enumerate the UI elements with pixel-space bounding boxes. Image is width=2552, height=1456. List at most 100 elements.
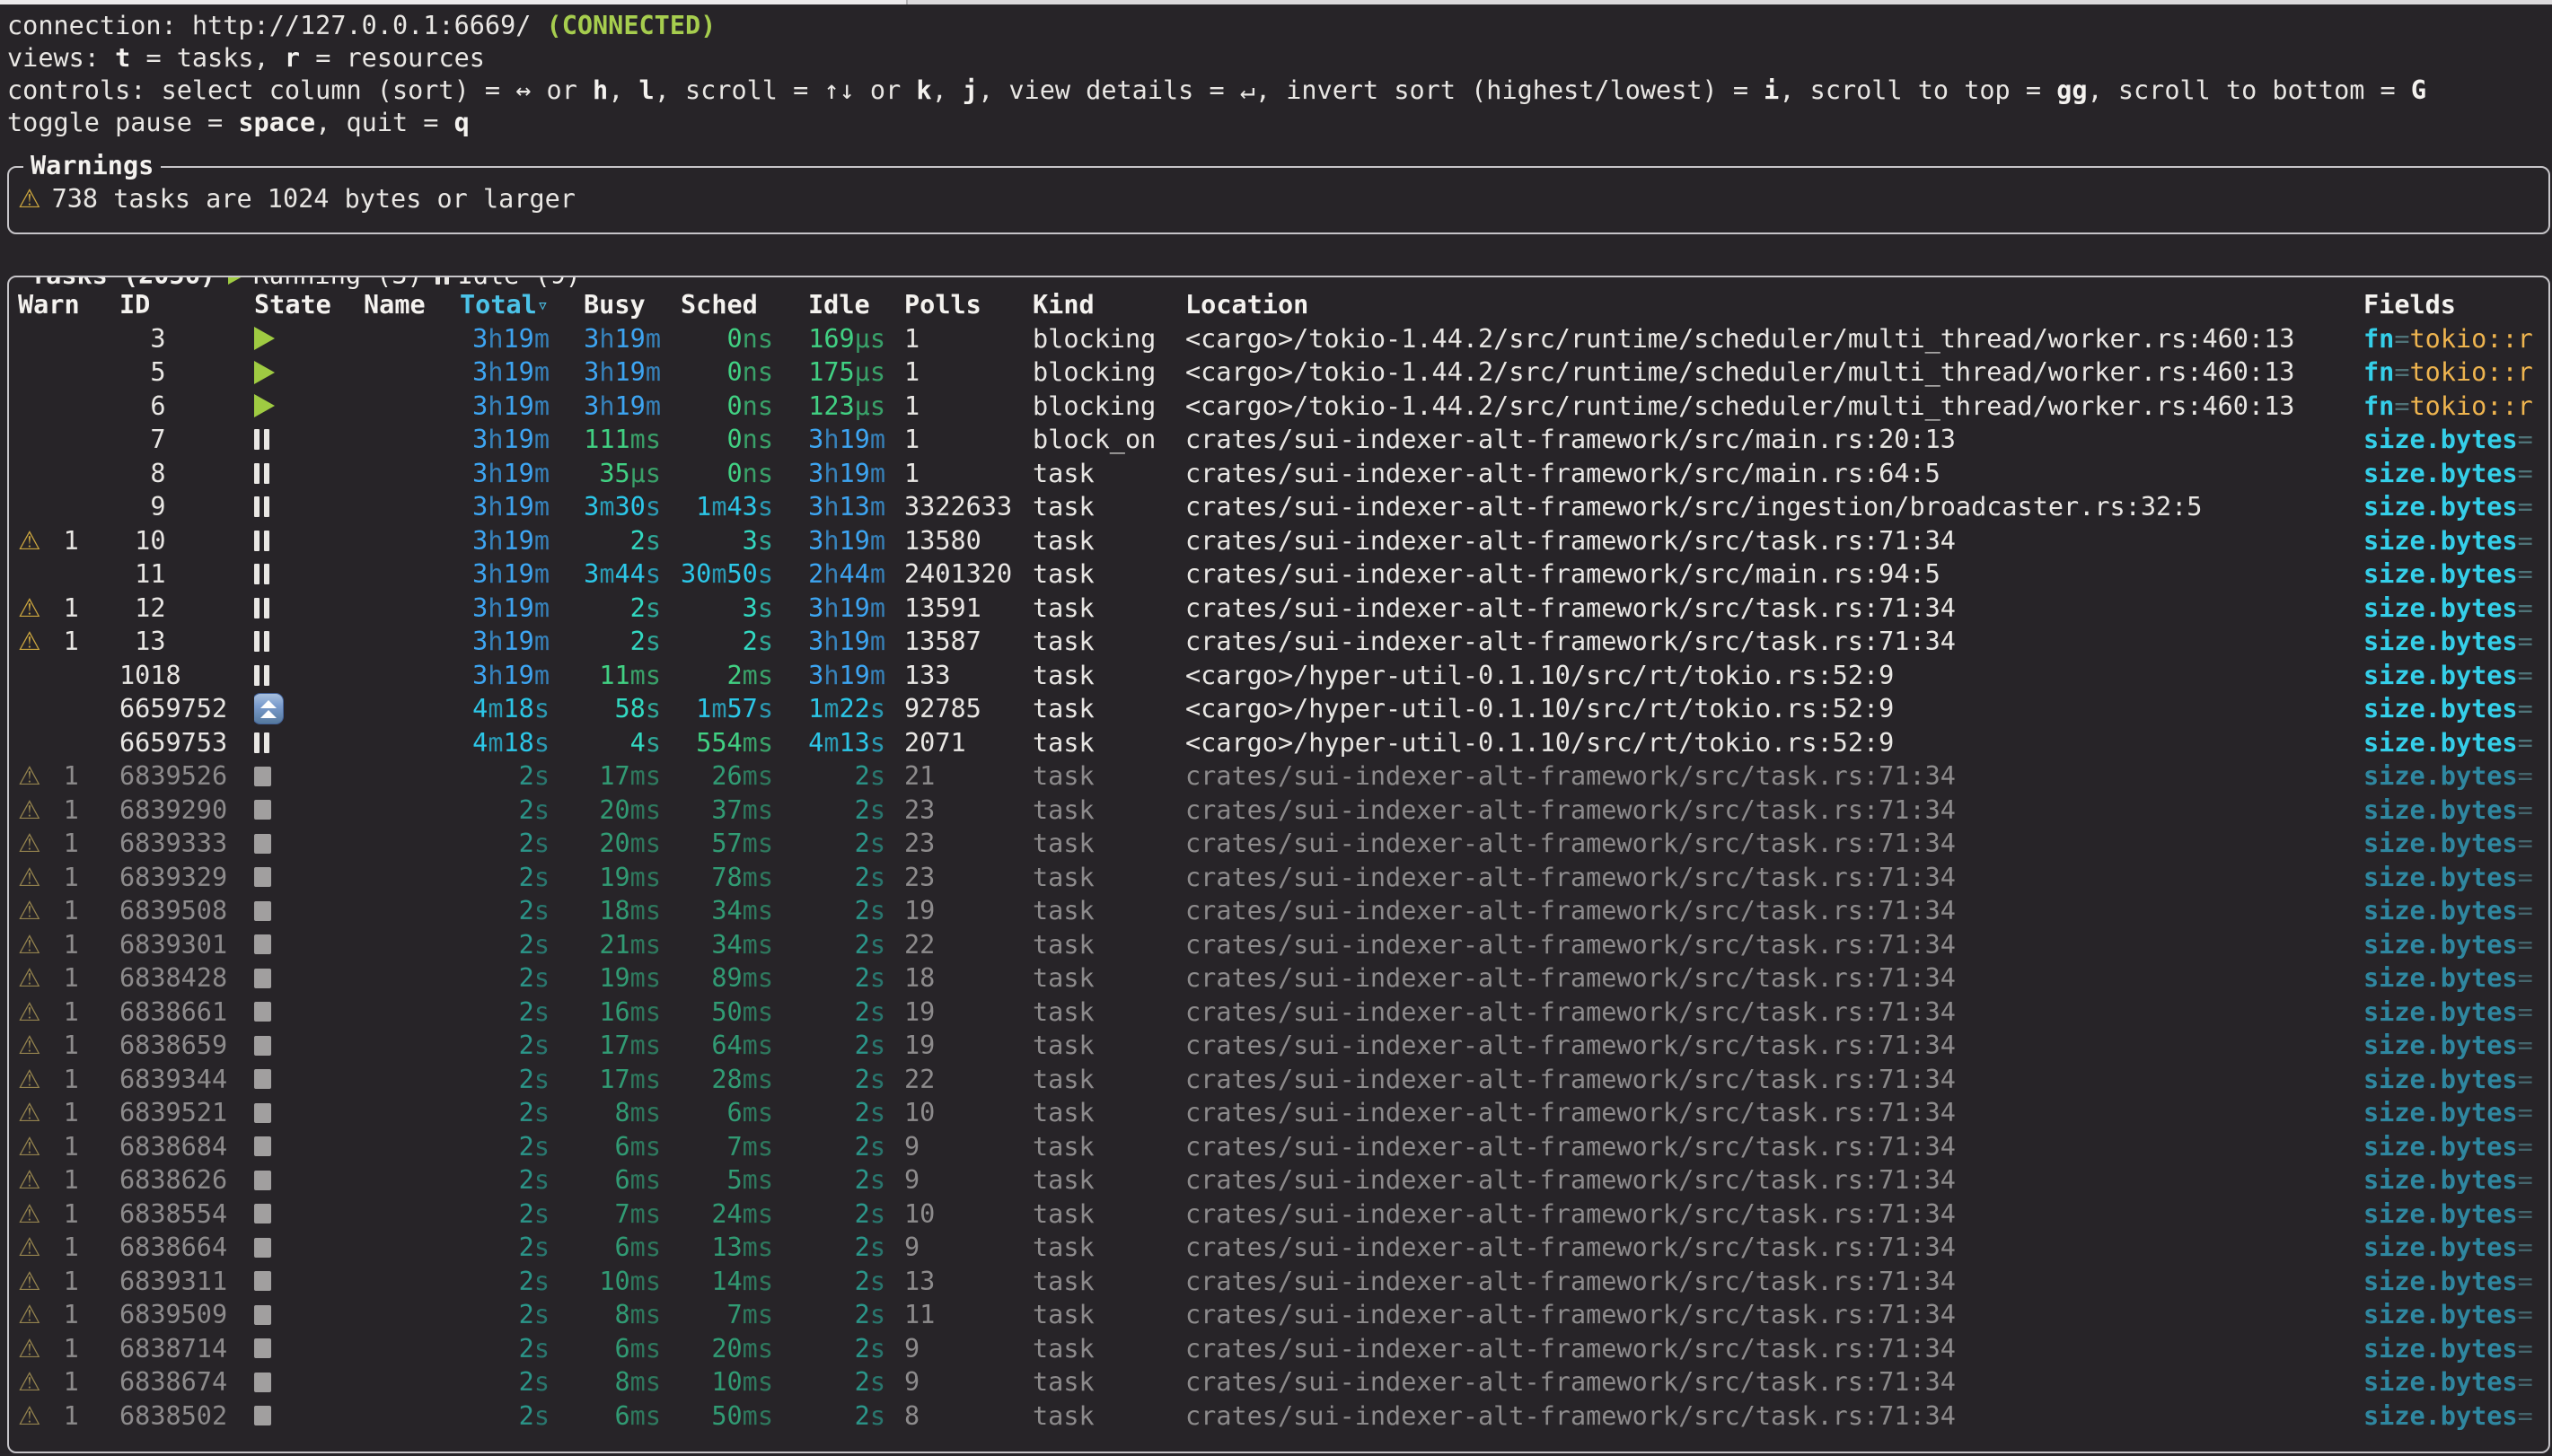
cell-total: 3h19m: [460, 459, 550, 488]
cell-warn: ⚠1: [18, 761, 119, 791]
cell-total: 2s: [460, 997, 550, 1027]
task-row-6839344[interactable]: ⚠168393442s17ms28ms2s22taskcrates/sui-in…: [9, 1063, 2548, 1097]
warning-triangle-icon: ⚠: [18, 1065, 41, 1094]
task-row-10[interactable]: ⚠1 103h19m2s3s3h19m13580taskcrates/sui-i…: [9, 524, 2548, 558]
column-header-id[interactable]: ID: [119, 290, 231, 320]
cell-polls: 10: [904, 1098, 1033, 1127]
cell-idle: 2s: [808, 1401, 885, 1431]
cell-total: 3h19m: [460, 627, 550, 656]
task-row-6839301[interactable]: ⚠168393012s21ms34ms2s22taskcrates/sui-in…: [9, 928, 2548, 962]
task-row-6838661[interactable]: ⚠168386612s16ms50ms2s19taskcrates/sui-in…: [9, 996, 2548, 1030]
key-binding: G: [2411, 75, 2426, 105]
warning-triangle-icon: ⚠: [18, 526, 41, 556]
column-header-state[interactable]: State: [254, 290, 364, 320]
duration-sched: 1m57s: [696, 694, 773, 724]
cell-total: 3h19m: [460, 492, 550, 522]
cell-total: 2s: [460, 963, 550, 993]
duration-busy: 35µs: [599, 459, 661, 488]
cell-location: <cargo>/tokio-1.44.2/src/runtime/schedul…: [1185, 324, 2363, 354]
column-header-busy[interactable]: Busy: [584, 290, 661, 320]
field-equals: =: [2518, 661, 2533, 690]
column-header-total[interactable]: Total▿: [460, 290, 550, 320]
task-row-6838626[interactable]: ⚠168386262s6ms5ms2s9taskcrates/sui-index…: [9, 1163, 2548, 1197]
task-row-6838659[interactable]: ⚠168386592s17ms64ms2s19taskcrates/sui-in…: [9, 1029, 2548, 1063]
task-row-6838684[interactable]: ⚠168386842s6ms7ms2s9taskcrates/sui-index…: [9, 1130, 2548, 1164]
column-header-warn[interactable]: Warn: [18, 290, 119, 320]
task-row-6839508[interactable]: ⚠168395082s18ms34ms2s19taskcrates/sui-in…: [9, 894, 2548, 928]
cell-location: crates/sui-indexer-alt-framework/src/tas…: [1185, 963, 2363, 993]
task-row-6839333[interactable]: ⚠168393332s20ms57ms2s23taskcrates/sui-in…: [9, 827, 2548, 861]
task-row-6839311[interactable]: ⚠168393112s10ms14ms2s13taskcrates/sui-in…: [9, 1265, 2548, 1299]
completed-state-icon: [254, 867, 271, 887]
column-header-kind[interactable]: Kind: [1033, 290, 1157, 320]
column-header-idle[interactable]: Idle: [808, 290, 885, 320]
cell-idle: 2s: [808, 761, 885, 791]
cell-kind: task: [1033, 997, 1157, 1027]
cell-fields: fn=tokio::r: [2363, 357, 2548, 387]
task-row-11[interactable]: 113h19m3m44s30m50s2h44m2401320taskcrates…: [9, 557, 2548, 592]
task-row-6838674[interactable]: ⚠168386742s8ms10ms2s9taskcrates/sui-inde…: [9, 1365, 2548, 1399]
cell-sched: 554ms: [681, 728, 773, 758]
tasks-count-label: Tasks (2056): [31, 276, 216, 292]
duration-total: 2s: [519, 930, 550, 960]
task-row-6838502[interactable]: ⚠168385022s6ms50ms2s8taskcrates/sui-inde…: [9, 1399, 2548, 1434]
task-row-6839521[interactable]: ⚠168395212s8ms6ms2s10taskcrates/sui-inde…: [9, 1096, 2548, 1130]
task-row-6838428[interactable]: ⚠168384282s19ms89ms2s18taskcrates/sui-in…: [9, 961, 2548, 996]
task-row-6838714[interactable]: ⚠168387142s6ms20ms2s9taskcrates/sui-inde…: [9, 1332, 2548, 1366]
column-header-fields[interactable]: Fields: [2363, 290, 2548, 320]
warn-count: 1: [64, 863, 79, 892]
field-equals: =: [2518, 627, 2533, 656]
cell-task-id: 10: [119, 526, 231, 556]
task-row-6[interactable]: 63h19m3h19m0ns123µs1blocking<cargo>/toki…: [9, 390, 2548, 424]
task-row-6659753[interactable]: 66597534m18s4s554ms4m13s2071task<cargo>/…: [9, 726, 2548, 760]
duration-total: 4m18s: [472, 728, 550, 758]
task-row-6659752[interactable]: 66597524m18s58s1m57s1m22s92785task<cargo…: [9, 692, 2548, 726]
completed-state-icon: [254, 1136, 271, 1156]
task-row-6838554[interactable]: ⚠168385542s7ms24ms2s10taskcrates/sui-ind…: [9, 1197, 2548, 1232]
cell-busy: 7ms: [584, 1199, 661, 1229]
task-row-13[interactable]: ⚠1 133h19m2s2s3h19m13587taskcrates/sui-i…: [9, 625, 2548, 659]
task-row-8[interactable]: 83h19m35µs0ns3h19m1taskcrates/sui-indexe…: [9, 457, 2548, 491]
cell-sched: 0ns: [681, 391, 773, 421]
column-header-polls[interactable]: Polls: [904, 290, 1033, 320]
cell-total: 2s: [460, 1199, 550, 1229]
column-header-sched[interactable]: Sched: [681, 290, 773, 320]
cell-total: 2s: [460, 829, 550, 858]
field-key: size.bytes: [2363, 1334, 2518, 1364]
cell-task-id: 6839333: [119, 829, 231, 858]
task-row-6839509[interactable]: ⚠168395092s8ms7ms2s11taskcrates/sui-inde…: [9, 1298, 2548, 1332]
completed-state-icon: [254, 1338, 271, 1358]
cell-kind: task: [1033, 559, 1157, 589]
cell-sched: 57ms: [681, 829, 773, 858]
task-row-6839329[interactable]: ⚠168393292s19ms78ms2s23taskcrates/sui-in…: [9, 861, 2548, 895]
cell-total: 2s: [460, 1098, 550, 1127]
task-row-6839526[interactable]: ⚠168395262s17ms26ms2s21taskcrates/sui-in…: [9, 759, 2548, 794]
cell-task-id: 12: [119, 593, 231, 623]
column-header-name[interactable]: Name: [364, 290, 460, 320]
task-row-7[interactable]: 73h19m111ms0ns3h19m1block_oncrates/sui-i…: [9, 423, 2548, 457]
idle-state-icon: [254, 496, 269, 517]
cell-total: 2s: [460, 795, 550, 825]
field-equals: =: [2518, 1401, 2533, 1431]
field-equals: =: [2518, 694, 2533, 724]
task-row-1018[interactable]: 10183h19m11ms2ms3h19m133task<cargo>/hype…: [9, 659, 2548, 693]
task-row-6838664[interactable]: ⚠168386642s6ms13ms2s9taskcrates/sui-inde…: [9, 1231, 2548, 1265]
task-row-9[interactable]: 93h19m3m30s1m43s3h13m3322633taskcrates/s…: [9, 490, 2548, 524]
cell-fields: size.bytes=: [2363, 1132, 2548, 1162]
cell-idle: 3h13m: [808, 492, 885, 522]
completed-state-icon: [254, 1305, 271, 1325]
duration-idle: 2s: [855, 761, 885, 791]
cell-idle: 2s: [808, 1132, 885, 1162]
field-key: size.bytes: [2363, 1098, 2518, 1127]
cell-total: 3h19m: [460, 324, 550, 354]
duration-total: 2s: [519, 1267, 550, 1296]
cell-polls: 13587: [904, 627, 1033, 656]
warn-count: 1: [64, 526, 79, 556]
cell-location: crates/sui-indexer-alt-framework/src/ing…: [1185, 492, 2363, 522]
warn-count: 1: [64, 1031, 79, 1060]
task-row-3[interactable]: 33h19m3h19m0ns169µs1blocking<cargo>/toki…: [9, 322, 2548, 356]
column-header-location[interactable]: Location: [1185, 290, 2363, 320]
task-row-6839290[interactable]: ⚠168392902s20ms37ms2s23taskcrates/sui-in…: [9, 794, 2548, 828]
task-row-5[interactable]: 53h19m3h19m0ns175µs1blocking<cargo>/toki…: [9, 355, 2548, 390]
task-row-12[interactable]: ⚠1 123h19m2s3s3h19m13591taskcrates/sui-i…: [9, 592, 2548, 626]
